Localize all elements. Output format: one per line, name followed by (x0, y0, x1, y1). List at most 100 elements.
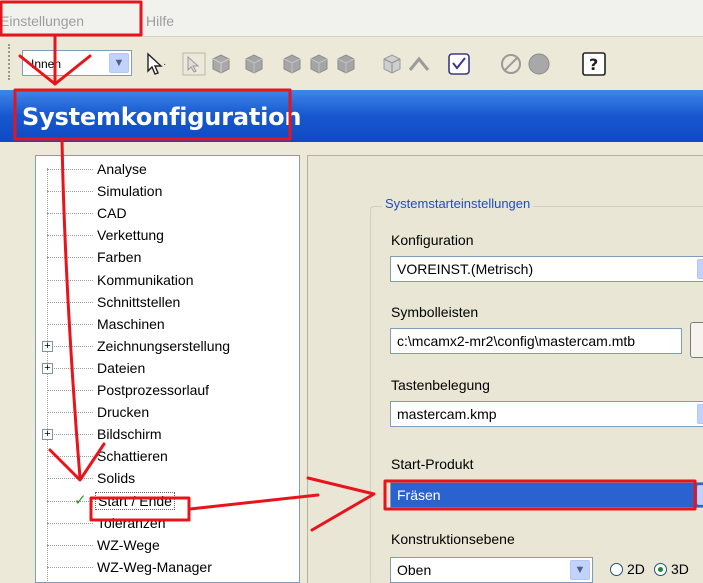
cube-select-icon[interactable] (207, 50, 235, 78)
chevron-down-icon[interactable]: ▼ (697, 485, 703, 505)
tree-item-label: Schattieren (97, 448, 168, 465)
tree-item[interactable]: WZ-Weg-Manager (0, 558, 265, 578)
cube-icon[interactable] (278, 50, 306, 78)
expand-icon[interactable]: + (42, 362, 53, 374)
view-select[interactable]: Innen ▼ (22, 50, 132, 76)
tree-item[interactable]: CAD (0, 204, 265, 224)
tree-item-label: Postprozessorlauf (97, 382, 210, 398)
tree-item[interactable]: + Bildschirm (0, 425, 265, 445)
tree-item[interactable]: Solids (0, 469, 265, 489)
help-icon[interactable]: ? (580, 50, 608, 78)
circle-slash-icon[interactable] (497, 50, 525, 78)
tree-connector (47, 257, 93, 259)
cube-icon[interactable] (240, 50, 268, 78)
tree-item[interactable]: ✓ Start / Ende (0, 491, 265, 512)
startprodukt-select[interactable]: Fräsen ▼ (390, 482, 703, 508)
tree-connector (47, 279, 93, 281)
tastenbelegung-label: Tastenbelegung (391, 377, 490, 393)
symbolleisten-input[interactable]: c:\mcamx2-mr2\config\mastercam.mtb (390, 328, 682, 354)
radio-3d-label: 3D (671, 561, 689, 577)
tree-item[interactable]: + Dateien (0, 359, 265, 379)
tree-item-label: Simulation (97, 183, 163, 200)
tree-connector (47, 367, 93, 369)
tree-item[interactable]: Drucken (0, 403, 265, 423)
chevron-down-icon[interactable]: ▼ (697, 259, 703, 279)
tree-item-label: Zeichnungserstellung (97, 337, 231, 354)
tree-item[interactable]: Schnittstellen (0, 293, 265, 313)
konstruktionsebene-value: Oben (397, 562, 432, 578)
tree-connector (47, 478, 93, 480)
tree-connector (47, 235, 93, 237)
tree-item-label: WZ-Wege (97, 536, 160, 553)
tree-item[interactable]: Verkettung (0, 226, 265, 246)
startprodukt-label: Start-Produkt (391, 456, 474, 472)
window-title: Systemkonfiguration (22, 103, 302, 131)
tree-item-label: Kommunikation (97, 271, 194, 288)
expand-icon[interactable]: + (42, 340, 53, 352)
tree-item[interactable]: WZ-Wege (0, 536, 265, 556)
cube-icon[interactable] (332, 50, 360, 78)
svg-text:·: · (163, 59, 166, 70)
svg-text:?: ? (589, 55, 598, 74)
chevron-down-icon[interactable]: ▼ (697, 404, 703, 424)
tree-connector (47, 566, 93, 568)
radio-2d-label: 2D (627, 561, 645, 577)
symbolleisten-value: c:\mcamx2-mr2\config\mastercam.mtb (397, 333, 636, 349)
tree-item[interactable]: Toleranzen (0, 514, 265, 534)
tree-item[interactable]: Postprozessorlauf (0, 381, 265, 401)
tree-item-label: Solids (97, 470, 136, 487)
konstruktionsebene-label: Konstruktionsebene (391, 531, 515, 547)
checkmark-icon: ✓ (74, 491, 87, 509)
tree-item-label: Schnittstellen (97, 293, 181, 310)
tree-connector (47, 323, 93, 325)
tree-item-label: CAD (97, 205, 127, 222)
cursor-arrow-icon[interactable]: · (142, 50, 170, 78)
tree-item[interactable]: Kommunikation (0, 271, 265, 291)
tree-item-label: Farben (97, 249, 142, 266)
tree-item[interactable]: Schattieren (0, 447, 265, 467)
browse-button[interactable] (690, 322, 703, 358)
select-arrow-icon[interactable] (180, 50, 208, 78)
cube-wireframe-icon[interactable] (378, 50, 406, 78)
tree-item[interactable]: Maschinen (0, 315, 265, 335)
tree-item-label: Verkettung (97, 227, 164, 244)
chevron-down-icon[interactable]: ▼ (570, 560, 590, 580)
chevron-up-icon[interactable] (405, 50, 433, 78)
konstruktionsebene-select[interactable]: Oben ▼ (390, 557, 593, 583)
view-select-value: Innen (31, 57, 62, 71)
tree-connector (47, 544, 93, 546)
tree-connector (47, 345, 93, 347)
tree-item-label: Bildschirm (97, 426, 162, 443)
tree-connector (47, 522, 93, 524)
group-title: Systemstarteinstellungen (382, 196, 534, 211)
tree-item[interactable]: + Zeichnungserstellung (0, 337, 265, 357)
tree-connector (47, 191, 93, 193)
startprodukt-value: Fräsen (397, 487, 441, 503)
radio-2d[interactable] (610, 563, 623, 576)
radio-3d[interactable] (654, 563, 667, 576)
checklist-icon[interactable] (445, 50, 473, 78)
tree-item-label: Maschinen (97, 315, 165, 332)
tree-item-label: Start / Ende (95, 491, 175, 510)
cube-icon[interactable] (305, 50, 333, 78)
tree-item-label: Drucken (97, 404, 150, 421)
tree-item[interactable]: Farben (0, 248, 265, 268)
tree-connector (47, 169, 93, 170)
chevron-down-icon[interactable]: ▼ (109, 53, 129, 73)
menu-hilfe[interactable]: Hilfe (146, 13, 174, 29)
tree-item-label: Dateien (97, 359, 146, 376)
tree-connector (47, 456, 93, 458)
tree-item[interactable]: Simulation (0, 182, 265, 202)
tree-item[interactable]: Analyse (0, 160, 265, 180)
sphere-icon[interactable] (525, 50, 553, 78)
konfiguration-select[interactable]: VOREINST.(Metrisch) ▼ (390, 256, 703, 282)
tree-connector (47, 213, 93, 215)
tastenbelegung-value: mastercam.kmp (397, 406, 497, 422)
menu-bar: Einstellungen Hilfe (0, 0, 703, 37)
tree-connector (47, 301, 93, 303)
menu-einstellungen[interactable]: Einstellungen (0, 13, 84, 29)
symbolleisten-label: Symbolleisten (391, 304, 479, 320)
toolbar-grip[interactable] (8, 44, 12, 80)
expand-icon[interactable]: + (42, 429, 53, 441)
tastenbelegung-select[interactable]: mastercam.kmp ▼ (390, 401, 703, 427)
